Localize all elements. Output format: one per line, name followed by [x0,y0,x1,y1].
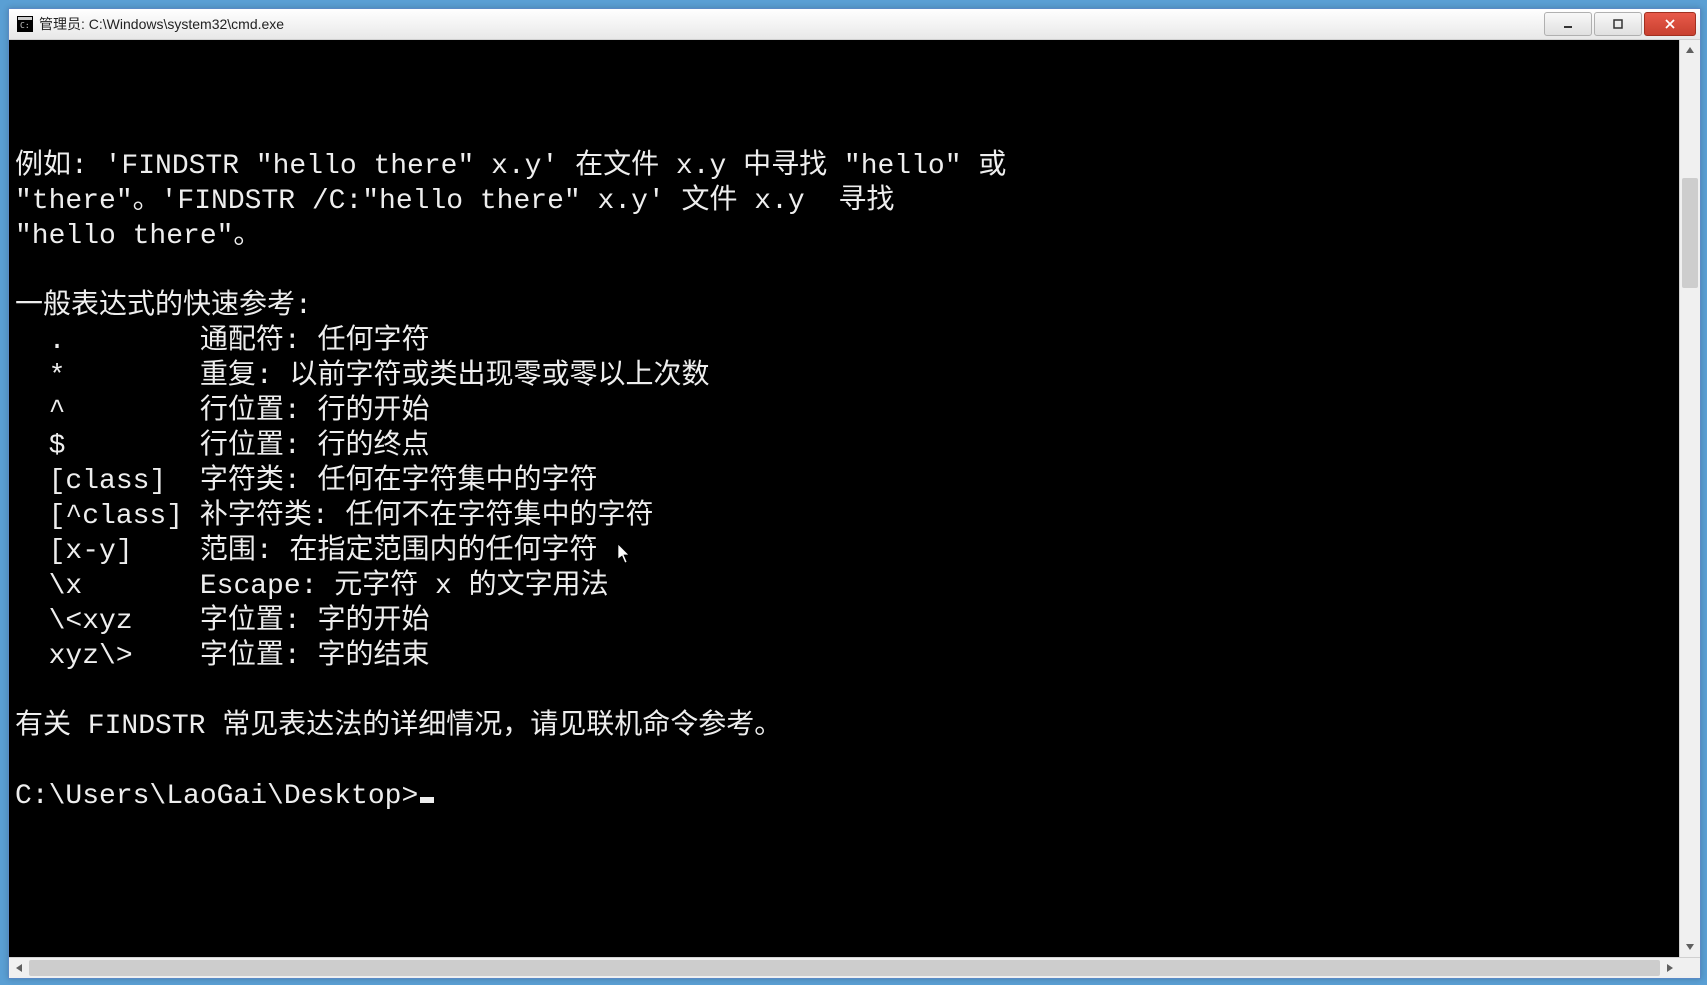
terminal-line: 一般表达式的快速参考: [15,289,1673,324]
terminal-line [15,674,1673,709]
terminal-output[interactable]: 例如: 'FINDSTR "hello there" x.y' 在文件 x.y … [9,40,1679,957]
terminal-cursor [420,797,434,803]
cmd-window: C: 管理员: C:\Windows\system32\cmd.exe 例如 [8,8,1701,979]
terminal-line: $ 行位置: 行的终点 [15,429,1673,464]
terminal-line: 有关 FINDSTR 常见表达法的详细情况，请见联机命令参考。 [15,709,1673,744]
window-title: 管理员: C:\Windows\system32\cmd.exe [39,14,1544,34]
close-button[interactable] [1644,12,1696,36]
scroll-down-button[interactable] [1680,937,1700,957]
scrollbar-corner [1680,958,1700,978]
terminal-line [15,744,1673,779]
client-area: 例如: 'FINDSTR "hello there" x.y' 在文件 x.y … [9,40,1700,978]
terminal-line: \x Escape: 元字符 x 的文字用法 [15,569,1673,604]
terminal-line: xyz\> 字位置: 字的结束 [15,639,1673,674]
terminal-line: "hello there"。 [15,219,1673,254]
terminal-line: [^class] 补字符类: 任何不在字符集中的字符 [15,499,1673,534]
titlebar[interactable]: C: 管理员: C:\Windows\system32\cmd.exe [9,9,1700,40]
horizontal-scroll-track[interactable] [29,958,1660,978]
terminal-line: ^ 行位置: 行的开始 [15,394,1673,429]
cmd-icon: C: [17,16,33,32]
horizontal-scroll-thumb[interactable] [29,960,1660,976]
vertical-scroll-thumb[interactable] [1682,178,1698,288]
terminal-line: \<xyz 字位置: 字的开始 [15,604,1673,639]
terminal-prompt-line: C:\Users\LaoGai\Desktop> [15,779,1673,814]
terminal-line: 例如: 'FINDSTR "hello there" x.y' 在文件 x.y … [15,149,1673,184]
terminal-line: * 重复: 以前字符或类出现零或零以上次数 [15,359,1673,394]
svg-text:C:: C: [20,21,30,30]
vertical-scrollbar[interactable] [1679,40,1700,957]
terminal-prompt: C:\Users\LaoGai\Desktop> [15,781,418,812]
minimize-button[interactable] [1544,12,1592,36]
terminal-line: [x-y] 范围: 在指定范围内的任何字符 [15,534,1673,569]
maximize-button[interactable] [1594,12,1642,36]
terminal-line: [class] 字符类: 任何在字符集中的字符 [15,464,1673,499]
scroll-right-button[interactable] [1660,958,1680,978]
horizontal-scrollbar[interactable] [9,957,1700,978]
window-controls [1544,12,1696,36]
terminal-line: "there"。'FINDSTR /C:"hello there" x.y' 文… [15,184,1673,219]
terminal-line: . 通配符: 任何字符 [15,324,1673,359]
terminal-line [15,254,1673,289]
scroll-up-button[interactable] [1680,40,1700,60]
scroll-left-button[interactable] [9,958,29,978]
vertical-scroll-track[interactable] [1680,60,1700,937]
